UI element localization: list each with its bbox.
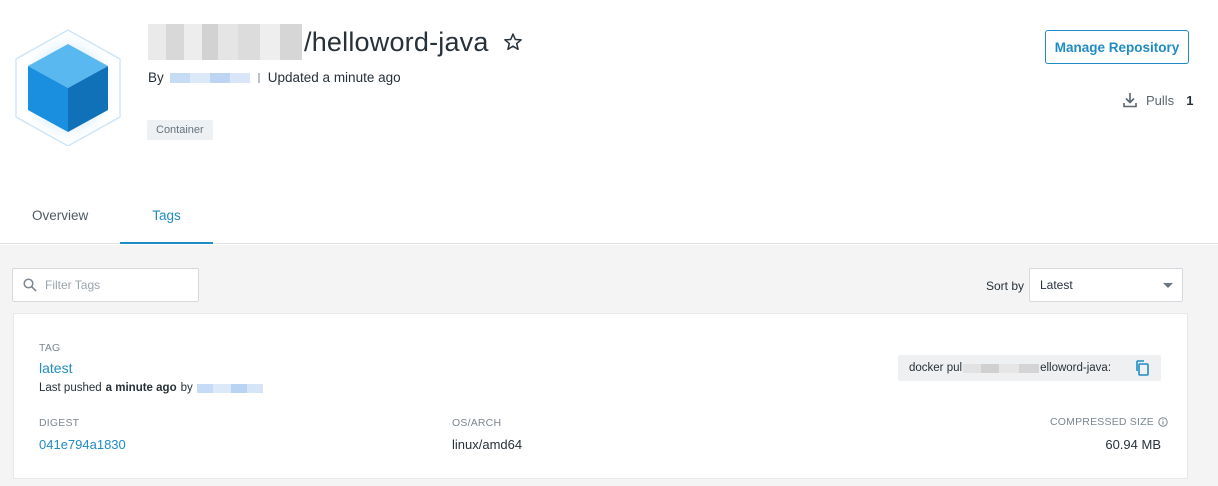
repo-tabs: Overview Tags (0, 196, 213, 244)
pull-command-box: docker pul elloword-java: (898, 355, 1161, 381)
osarch-column-label: OS/ARCH (452, 417, 502, 429)
cube-logo-icon (15, 29, 121, 146)
tab-overview[interactable]: Overview (0, 196, 120, 244)
filter-tags-input[interactable] (45, 278, 185, 292)
star-icon[interactable] (503, 32, 523, 52)
pull-command-prefix: docker pul (909, 362, 963, 374)
pushed-prefix: Last pushed (39, 382, 102, 394)
sort-select[interactable]: Latest (1029, 268, 1183, 302)
compressed-size-label: COMPRESSED SIZE (1050, 416, 1154, 428)
caret-down-icon (1163, 283, 1173, 288)
owner-link-redacted[interactable] (169, 72, 250, 83)
namespace-redacted (148, 24, 302, 60)
tag-card: TAG latest Last pushed a minute ago by d… (13, 313, 1188, 479)
tags-content: Sort by Latest TAG latest Last pushed a … (0, 245, 1218, 486)
tag-column-label: TAG (39, 342, 61, 354)
pusher-link-redacted[interactable] (196, 383, 263, 393)
container-badge: Container (147, 120, 213, 140)
repo-title-row: /helloword-java (148, 22, 523, 62)
byline-separator (257, 72, 260, 83)
pushed-time: a minute ago (105, 382, 177, 394)
info-icon[interactable] (1158, 417, 1168, 427)
last-pushed-info: Last pushed a minute ago by (39, 382, 263, 394)
tag-name-link[interactable]: latest (39, 360, 72, 376)
repo-name: /helloword-java (304, 26, 489, 57)
sort-selected-value: Latest (1040, 278, 1073, 292)
pulls-counter: Pulls 1 (1122, 92, 1193, 108)
osarch-value: linux/amd64 (452, 437, 523, 452)
manage-repository-button[interactable]: Manage Repository (1045, 30, 1189, 64)
copy-icon[interactable] (1135, 360, 1149, 376)
by-label: By (148, 70, 164, 85)
repo-byline: By Updated a minute ago (148, 70, 401, 85)
digest-link[interactable]: 041e794a1830 (39, 437, 126, 452)
download-icon (1123, 93, 1137, 108)
pull-command-redacted (963, 363, 1040, 373)
pushed-by: by (180, 382, 193, 394)
digest-column-label: DIGEST (39, 417, 80, 429)
search-icon (23, 278, 37, 292)
filter-tags-box[interactable] (12, 268, 199, 302)
sort-by-label: Sort by (986, 279, 1025, 293)
pulls-count: 1 (1186, 92, 1194, 108)
repo-header: /helloword-java By Updated a minute ago … (0, 0, 1218, 244)
pull-command-suffix: elloword-java: (1040, 362, 1112, 374)
compressed-size-label-row: COMPRESSED SIZE (1050, 416, 1168, 428)
pulls-label: Pulls (1146, 92, 1175, 108)
updated-text: Updated a minute ago (267, 70, 401, 85)
tab-tags[interactable]: Tags (120, 196, 213, 244)
compressed-size-value: 60.94 MB (1105, 437, 1161, 452)
